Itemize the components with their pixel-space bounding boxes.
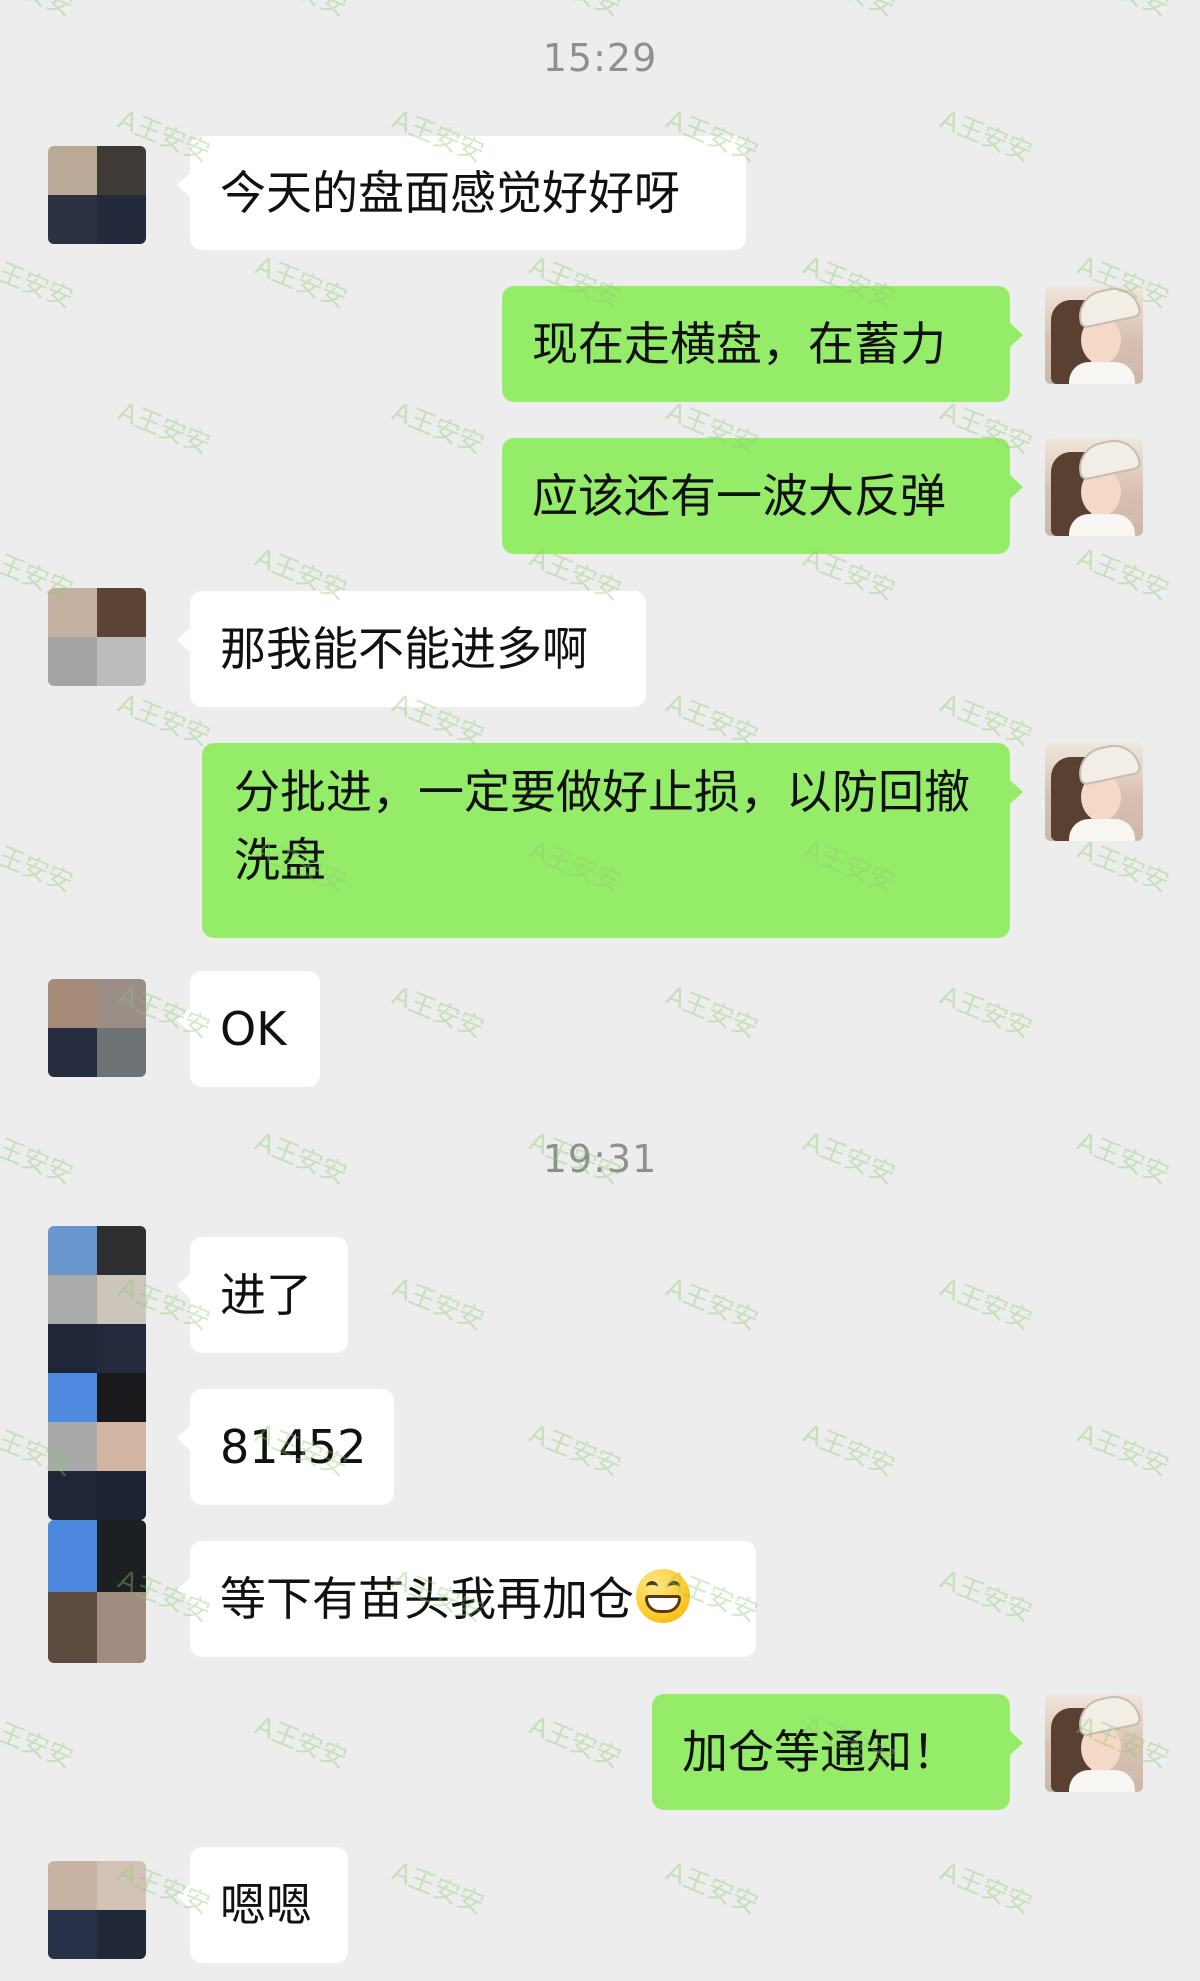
- message-text: 加仓等通知！: [682, 1725, 958, 1779]
- message-bubble[interactable]: 进了: [177, 1237, 348, 1353]
- contact-avatar[interactable]: [48, 146, 146, 244]
- message-text: OK: [220, 1002, 287, 1056]
- message-text: 嗯嗯: [220, 1878, 312, 1932]
- contact-avatar[interactable]: [48, 979, 146, 1077]
- message-text: 今天的盘面感觉好好呀: [220, 166, 680, 220]
- grinning-face-icon: [636, 1569, 690, 1623]
- message-text: 现在走横盘，在蓄力: [532, 317, 946, 371]
- message-bubble[interactable]: OK: [177, 971, 320, 1087]
- message-text: 分批进，一定要做好止损，以防回撤洗盘: [234, 765, 970, 887]
- message-text: 应该还有一波大反弹: [532, 469, 946, 523]
- user-avatar[interactable]: [1045, 438, 1143, 536]
- contact-avatar[interactable]: [48, 1861, 146, 1959]
- message-text: 进了: [220, 1268, 312, 1322]
- message-bubble[interactable]: 等下有苗头我再加仓: [177, 1541, 756, 1657]
- message-bubble[interactable]: 那我能不能进多啊: [177, 591, 646, 707]
- user-avatar[interactable]: [1045, 743, 1143, 841]
- message-bubble[interactable]: 应该还有一波大反弹: [502, 438, 1023, 554]
- chat-area[interactable]: 15:29 今天的盘面感觉好好呀 现在走横盘，在蓄力 应该还有一波大反弹 那我能…: [0, 0, 1200, 1981]
- timestamp: 15:29: [542, 36, 658, 80]
- message-bubble[interactable]: 分批进，一定要做好止损，以防回撤洗盘: [202, 743, 1023, 938]
- contact-avatar-stack[interactable]: [48, 1226, 146, 1520]
- timestamp: 19:31: [542, 1137, 658, 1181]
- user-avatar[interactable]: [1045, 1694, 1143, 1792]
- message-bubble[interactable]: 今天的盘面感觉好好呀: [177, 136, 746, 250]
- message-bubble[interactable]: 81452: [177, 1389, 394, 1505]
- user-avatar[interactable]: [1045, 286, 1143, 384]
- message-bubble[interactable]: 现在走横盘，在蓄力: [502, 286, 1023, 402]
- contact-avatar[interactable]: [48, 588, 146, 686]
- message-bubble[interactable]: 嗯嗯: [177, 1847, 348, 1963]
- contact-avatar[interactable]: [48, 1520, 146, 1663]
- message-text: 那我能不能进多啊: [220, 622, 588, 676]
- message-text: 等下有苗头我再加仓: [220, 1572, 634, 1626]
- message-bubble[interactable]: 加仓等通知！: [652, 1694, 1023, 1810]
- message-text: 81452: [220, 1420, 367, 1474]
